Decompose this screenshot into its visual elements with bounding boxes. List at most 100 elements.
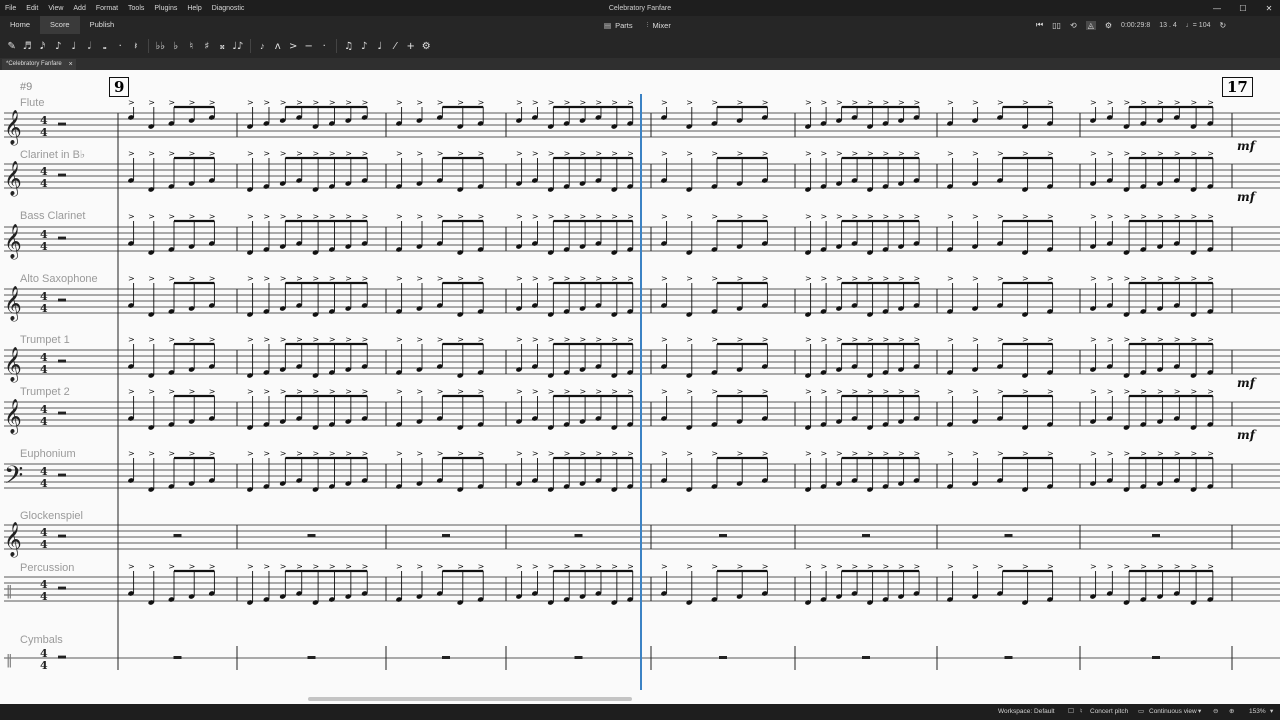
accent-mark: > [737, 449, 744, 458]
menu-view[interactable]: View [43, 5, 68, 12]
view-mode-selector[interactable]: Continuous view [1149, 704, 1197, 720]
note-input-button[interactable]: ♩♪ [230, 41, 246, 52]
zoom-chevron-icon[interactable]: ▾ [1270, 704, 1273, 720]
maximize-icon[interactable]: ☐ [1236, 4, 1250, 13]
note-input-button[interactable]: + [403, 41, 419, 52]
instrument-name[interactable]: Cymbals [20, 634, 63, 646]
note-input-button[interactable]: ♪ [51, 41, 67, 52]
menu-edit[interactable]: Edit [21, 5, 43, 12]
note-input-button[interactable]: 𝄪 [215, 41, 231, 52]
instrument-name[interactable]: Alto Saxophone [20, 273, 98, 285]
note-input-button[interactable]: ♮ [184, 41, 200, 52]
note-input-button[interactable]: ♭♭ [153, 41, 169, 52]
note-input-button[interactable]: ♩ [66, 41, 82, 52]
dynamic-marking[interactable]: mf [1237, 190, 1255, 204]
note-input-button[interactable]: > [286, 41, 302, 52]
time-signature-bottom: 4 [40, 126, 48, 139]
metronome-icon[interactable]: ◬ [1085, 20, 1096, 30]
accent-mark: > [128, 335, 135, 344]
note-input-button[interactable]: · [317, 41, 333, 52]
instrument-name[interactable]: Clarinet in B♭ [20, 148, 85, 161]
zoom-level[interactable]: 153% [1249, 704, 1266, 720]
note-input-button[interactable]: ♬ [20, 41, 36, 52]
play-icon[interactable]: ▯▯ [1052, 21, 1061, 30]
accent-mark: > [611, 335, 618, 344]
accent-mark: > [209, 212, 216, 221]
score-canvas[interactable]: 𝄞 4 4 > > > > > > > > > > > > > > > > > > > > > > > > > > > > > > > > > > > > >… [0, 70, 1280, 704]
note-input-button[interactable]: − [301, 41, 317, 52]
accent-mark: > [883, 335, 890, 344]
note-input-button[interactable]: 𝅗𝅥 [82, 41, 98, 52]
accent-mark: > [532, 149, 539, 158]
instrument-name[interactable]: Flute [20, 97, 44, 109]
note-input-button[interactable]: 𝅝 [97, 41, 113, 52]
mixer-button[interactable]: ⫶ Mixer [647, 20, 671, 30]
horizontal-scrollbar[interactable] [308, 697, 632, 701]
accent-mark: > [711, 335, 718, 344]
accent-mark: > [737, 149, 744, 158]
zoom-out-icon[interactable]: ⊖ [1213, 704, 1218, 720]
refresh-icon[interactable]: ↻ [1219, 21, 1226, 30]
accent-mark: > [711, 212, 718, 221]
note-input-button[interactable]: ⁄ [388, 41, 404, 52]
dynamic-marking[interactable]: mf [1237, 376, 1255, 390]
dynamic-marking[interactable]: mf [1237, 428, 1255, 442]
note-input-button[interactable]: ♪ [357, 41, 373, 52]
document-tab[interactable]: *Celebratory Fanfare × [2, 59, 76, 70]
instrument-name[interactable]: Trumpet 2 [20, 386, 70, 398]
rehearsal-mark[interactable]: 9 [109, 77, 130, 97]
tab-score[interactable]: Score [40, 16, 80, 34]
instrument-name[interactable]: Euphonium [20, 448, 76, 460]
instrument-name[interactable]: Glockenspiel [20, 510, 83, 522]
accent-mark: > [595, 98, 602, 107]
minimize-icon[interactable]: — [1210, 4, 1224, 13]
note-input-button[interactable]: ♭ [168, 41, 184, 52]
instrument-name[interactable]: Percussion [20, 562, 74, 574]
menu-plugins[interactable]: Plugins [149, 5, 182, 12]
menu-diagnostic[interactable]: Diagnostic [207, 5, 250, 12]
accent-mark: > [947, 387, 954, 396]
accent-mark: > [1090, 449, 1097, 458]
note-input-button[interactable]: ♩ [372, 41, 388, 52]
accent-mark: > [611, 98, 618, 107]
note-input-button[interactable]: ♯ [199, 41, 215, 52]
rehearsal-mark[interactable]: 17 [1222, 77, 1253, 97]
zoom-in-icon[interactable]: ⊕ [1229, 704, 1234, 720]
note-input-button[interactable]: 𝆔 [255, 41, 271, 52]
menu-format[interactable]: Format [91, 5, 123, 12]
note-input-button[interactable]: · [113, 41, 129, 52]
close-tab-icon[interactable]: × [69, 59, 73, 70]
note-input-button[interactable]: ᴧ [270, 41, 286, 52]
note-input-button[interactable]: ⚙ [419, 41, 435, 52]
whole-rest-symbol [442, 534, 450, 537]
accent-mark: > [821, 212, 828, 221]
rest-symbol [58, 473, 66, 477]
instrument-name[interactable]: Bass Clarinet [20, 210, 85, 222]
note-input-button[interactable]: 𝅘𝅥𝅯 [35, 41, 51, 52]
dynamic-marking[interactable]: mf [1237, 139, 1255, 153]
accent-mark: > [296, 335, 303, 344]
note-input-button[interactable]: 𝄽 [128, 41, 144, 52]
parts-button[interactable]: ▤ Parts [604, 21, 633, 30]
tab-home[interactable]: Home [0, 16, 40, 34]
playback-settings-icon[interactable]: ⚙ [1105, 21, 1112, 30]
menu-tools[interactable]: Tools [123, 5, 149, 12]
concert-pitch-toggle[interactable]: Concert pitch [1090, 704, 1128, 720]
menu-file[interactable]: File [0, 5, 21, 12]
accent-mark: > [1090, 212, 1097, 221]
instrument-name[interactable]: Trumpet 1 [20, 334, 70, 346]
concert-pitch-checkbox[interactable]: ☐ [1068, 704, 1074, 720]
accent-mark: > [296, 387, 303, 396]
close-icon[interactable]: ✕ [1262, 4, 1276, 13]
menu-help[interactable]: Help [182, 5, 206, 12]
tab-publish[interactable]: Publish [80, 16, 125, 34]
note-input-button[interactable]: ✎ [4, 41, 20, 52]
chevron-down-icon[interactable]: ▾ [1198, 704, 1201, 720]
note-input-button[interactable]: ♫ [341, 41, 357, 52]
loop-icon[interactable]: ⟲ [1070, 21, 1077, 30]
accent-mark: > [1022, 149, 1029, 158]
menu-add[interactable]: Add [68, 5, 90, 12]
accent-mark: > [128, 149, 135, 158]
rewind-icon[interactable]: ⏮ [1036, 20, 1043, 30]
workspace-selector[interactable]: Workspace: Default [998, 704, 1055, 720]
